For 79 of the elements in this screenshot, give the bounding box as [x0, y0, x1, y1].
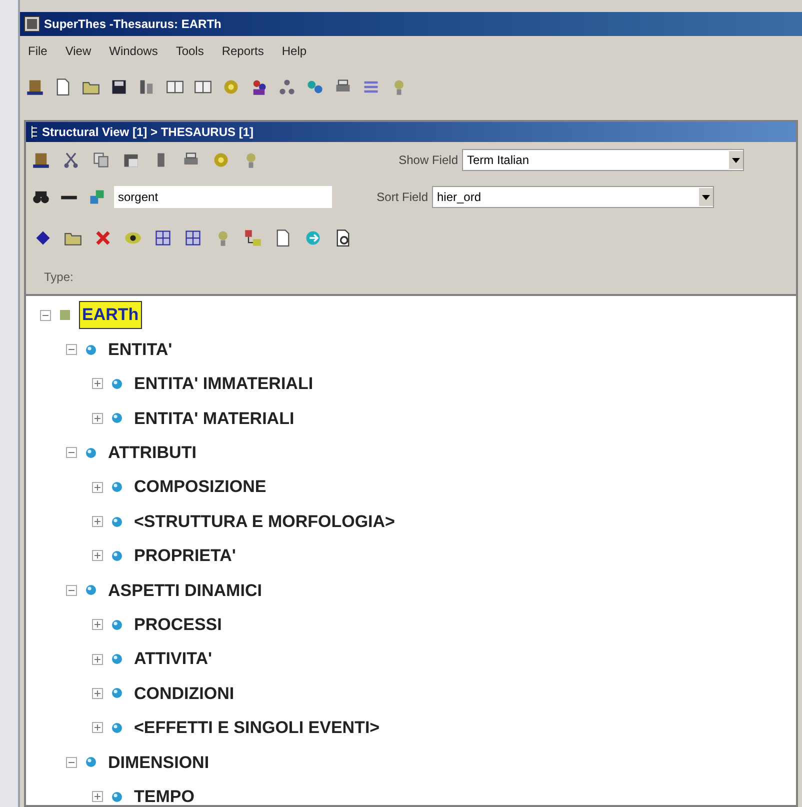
expand-icon[interactable]	[92, 550, 103, 562]
tree-item[interactable]: <STRUTTURA E MORFOLOGIA>	[131, 508, 398, 536]
copy-icon[interactable]	[92, 151, 110, 169]
collapse-icon[interactable]	[66, 584, 77, 596]
menu-item[interactable]: Windows	[109, 42, 158, 60]
tree-item[interactable]: TEMPO	[131, 782, 198, 805]
hierarchy-icon[interactable]	[244, 229, 262, 247]
ball-icon	[111, 412, 123, 424]
expand-icon[interactable]	[92, 378, 103, 390]
ball-icon	[111, 516, 123, 528]
ball-icon	[111, 687, 123, 700]
inner-window-title: Structural View [1] > THESAURUS [1]	[42, 124, 254, 141]
expand-icon[interactable]	[92, 619, 103, 630]
window-title: SuperThes -Thesaurus: EARTh	[44, 16, 222, 33]
grid-icon[interactable]	[154, 229, 172, 247]
show-field-dropdown[interactable]: Term Italian	[462, 149, 744, 171]
tree-item[interactable]: PROPRIETA'	[131, 542, 239, 570]
expand-icon[interactable]	[92, 791, 103, 802]
scissors-icon[interactable]	[62, 151, 80, 169]
ball-icon	[111, 481, 123, 494]
ball-icon	[111, 722, 123, 734]
ball-icon	[111, 378, 123, 390]
field-label: Show Field	[398, 152, 459, 169]
tree-item[interactable]: EARTh	[79, 301, 142, 329]
tree-item[interactable]: ATTIVITA'	[131, 645, 216, 673]
ball-icon	[111, 550, 123, 562]
link-icon[interactable]	[306, 78, 324, 96]
search-field[interactable]: sorgent	[114, 186, 332, 208]
preview-icon[interactable]	[334, 229, 352, 247]
collapse-icon[interactable]	[66, 344, 77, 356]
expand-icon[interactable]	[92, 482, 103, 493]
delete-icon[interactable]	[94, 229, 112, 247]
tree-item[interactable]: DIMENSIONI	[105, 748, 212, 776]
menu-item[interactable]: Reports	[222, 42, 264, 60]
tree-item[interactable]: CONDIZIONI	[131, 680, 238, 708]
tree-item[interactable]: <EFFETTI E SINGOLI EVENTI>	[131, 714, 383, 742]
collapse-icon[interactable]	[66, 756, 77, 768]
window-icon[interactable]	[166, 78, 184, 96]
tree-item[interactable]: ATTRIBUTI	[105, 439, 200, 466]
pillar-icon[interactable]	[32, 151, 50, 169]
type-label: Type:	[44, 269, 74, 286]
nodes-icon[interactable]	[88, 188, 106, 206]
window-icon[interactable]	[194, 78, 212, 96]
tree-view-icon	[30, 125, 38, 139]
menu-item[interactable]: View	[65, 42, 92, 60]
ball-icon	[111, 618, 123, 631]
diamond-icon[interactable]	[34, 229, 52, 247]
expand-icon[interactable]	[92, 688, 103, 699]
document-icon[interactable]	[274, 229, 292, 247]
tree-item[interactable]: PROCESSI	[131, 610, 225, 638]
app-icon	[24, 16, 40, 32]
ball-icon	[85, 584, 97, 596]
collapse-icon[interactable]	[40, 310, 51, 321]
square-icon	[59, 309, 71, 322]
menu-item[interactable]: File	[28, 42, 48, 60]
network-icon[interactable]	[278, 78, 296, 96]
field-label: Sort Field	[376, 189, 429, 206]
expand-icon[interactable]	[92, 722, 103, 734]
tree-item[interactable]: ASPETTI DINAMICI	[105, 576, 265, 604]
menu-item[interactable]: Tools	[176, 42, 204, 60]
menu-item[interactable]: Help	[282, 42, 307, 60]
tree-item[interactable]: COMPOSIZIONE	[131, 473, 270, 501]
ball-icon	[111, 790, 123, 803]
expand-icon[interactable]	[92, 412, 103, 424]
tree-item[interactable]: ENTITA' IMMATERIALI	[131, 370, 316, 398]
document-icon[interactable]	[54, 78, 72, 96]
ball-icon	[85, 446, 97, 459]
grid-icon[interactable]	[184, 229, 202, 247]
pillar-icon[interactable]	[26, 78, 44, 96]
expand-icon[interactable]	[92, 516, 103, 528]
tree-item[interactable]: ENTITA' MATERIALI	[131, 404, 298, 432]
ball-icon	[85, 756, 97, 768]
ball-icon	[111, 653, 123, 666]
sort-field-dropdown[interactable]: hier_ord	[432, 186, 714, 208]
save-icon[interactable]	[110, 78, 128, 96]
tree-item[interactable]: ENTITA'	[105, 336, 176, 364]
expand-icon[interactable]	[92, 654, 103, 665]
collapse-icon[interactable]	[66, 447, 77, 458]
ball-icon	[85, 344, 97, 356]
